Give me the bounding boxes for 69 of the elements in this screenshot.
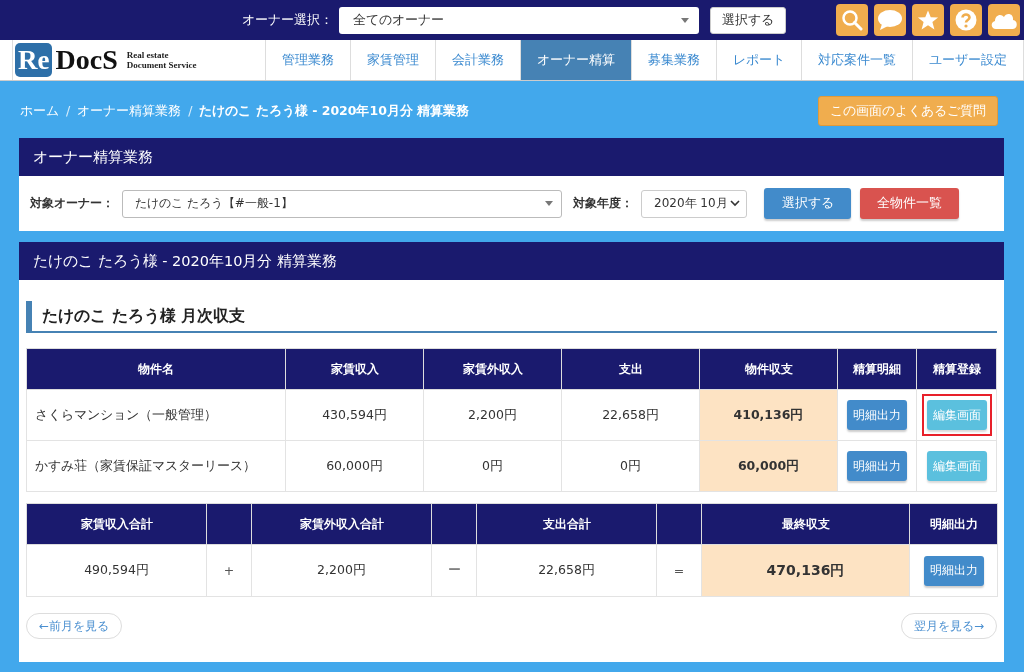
owner-dropdown[interactable]: たけのこ たろう【#一般-1】 <box>122 189 562 218</box>
balance-cell: 410,136円 <box>699 389 838 441</box>
operator-sign: = <box>673 563 685 578</box>
section-heading: たけのこ たろう様 月次収支 <box>42 305 246 327</box>
edit-screen-button[interactable]: 編集画面 <box>926 451 987 481</box>
logo-tagline: Real estate <box>126 50 170 60</box>
select-button[interactable]: 選択する <box>710 6 786 34</box>
favorites-button[interactable] <box>912 4 944 36</box>
logo-tagline: Document Service <box>126 60 197 70</box>
breadcrumb-item: たけのこ たろう様 - 2020年10月分 精算業務 <box>199 102 470 120</box>
next-month-button[interactable]: 翌月を見る→ <box>900 613 997 639</box>
search-icon <box>841 9 863 31</box>
speech-bubble-icon <box>877 9 903 31</box>
breadcrumb-separator: / <box>66 102 71 120</box>
select-button[interactable]: 選択する <box>764 188 851 219</box>
panel-title: たけのこ たろう様 - 2020年10月分 精算業務 <box>19 242 1004 280</box>
column-header: 支出合計 <box>542 516 591 531</box>
all-properties-button[interactable]: 全物件一覧 <box>860 188 959 219</box>
edit-screen-button[interactable]: 編集画面 <box>926 400 987 430</box>
balance-cell: 60,000円 <box>699 440 838 492</box>
total-cell: 490,594円 <box>26 544 207 597</box>
operator-sign: + <box>223 563 235 578</box>
logo-mark: Re <box>15 43 53 77</box>
detail-output-button[interactable]: 明細出力 <box>847 400 907 430</box>
previous-month-button[interactable]: ←前月を見る <box>26 613 123 639</box>
table-cell: 60,000円 <box>285 440 424 492</box>
total-cell: 22,658円 <box>476 544 657 597</box>
search-button[interactable] <box>836 4 868 36</box>
column-header: 精算登録 <box>916 348 997 390</box>
column-header: 精算明細 <box>837 348 917 390</box>
operator-sign: ー <box>447 562 461 577</box>
final-balance-cell: 470,136円 <box>701 544 910 597</box>
table-cell: 0円 <box>561 440 700 492</box>
help-button[interactable] <box>950 4 982 36</box>
nav-tab[interactable]: ユーザー設定 <box>912 40 1024 80</box>
chat-button[interactable] <box>874 4 906 36</box>
breadcrumb-item[interactable]: オーナー精算業務 <box>77 102 182 120</box>
owner-select-label: オーナー選択： <box>242 11 333 29</box>
table-cell: 430,594円 <box>285 389 424 441</box>
column-header: 物件収支 <box>699 348 838 390</box>
detail-output-button[interactable]: 明細出力 <box>923 555 984 586</box>
year-label: 対象年度： <box>573 195 633 212</box>
table-cell: 0円 <box>423 440 562 492</box>
detail-output-button[interactable]: 明細出力 <box>847 451 907 481</box>
table-cell: 22,658円 <box>561 389 700 441</box>
column-header: 支出 <box>561 348 700 390</box>
table-cell: 2,200円 <box>423 389 562 441</box>
column-header: 家賃収入合計 <box>80 516 153 531</box>
logo-wordmark: DocS <box>55 44 118 76</box>
owner-select[interactable]: 全てのオーナー <box>339 6 699 34</box>
column-header: 家賃外収入合計 <box>299 516 384 531</box>
panel-title: オーナー精算業務 <box>19 138 1004 176</box>
star-icon <box>917 9 939 31</box>
breadcrumb-separator: / <box>188 102 193 120</box>
column-header: 家賃収入 <box>285 348 424 390</box>
column-header: 物件名 <box>26 348 286 390</box>
year-dropdown[interactable]: 2020年 10月 <box>641 189 747 218</box>
total-cell: 2,200円 <box>251 544 432 597</box>
owner-label: 対象オーナー： <box>30 195 114 212</box>
chevron-down-icon <box>730 200 740 207</box>
question-icon <box>955 9 977 31</box>
column-header: 家賃外収入 <box>423 348 562 390</box>
breadcrumb-item[interactable]: ホーム <box>20 102 59 120</box>
cloud-button[interactable] <box>988 4 1020 36</box>
column-header: 最終収支 <box>781 516 830 531</box>
property-name-cell: かすみ荘（家賃保証マスターリース） <box>26 440 286 492</box>
column-header: 明細出力 <box>929 516 978 531</box>
property-name-cell: さくらマンション（一般管理） <box>26 389 286 441</box>
nav-tab[interactable]: オーナー精算 <box>520 40 631 80</box>
